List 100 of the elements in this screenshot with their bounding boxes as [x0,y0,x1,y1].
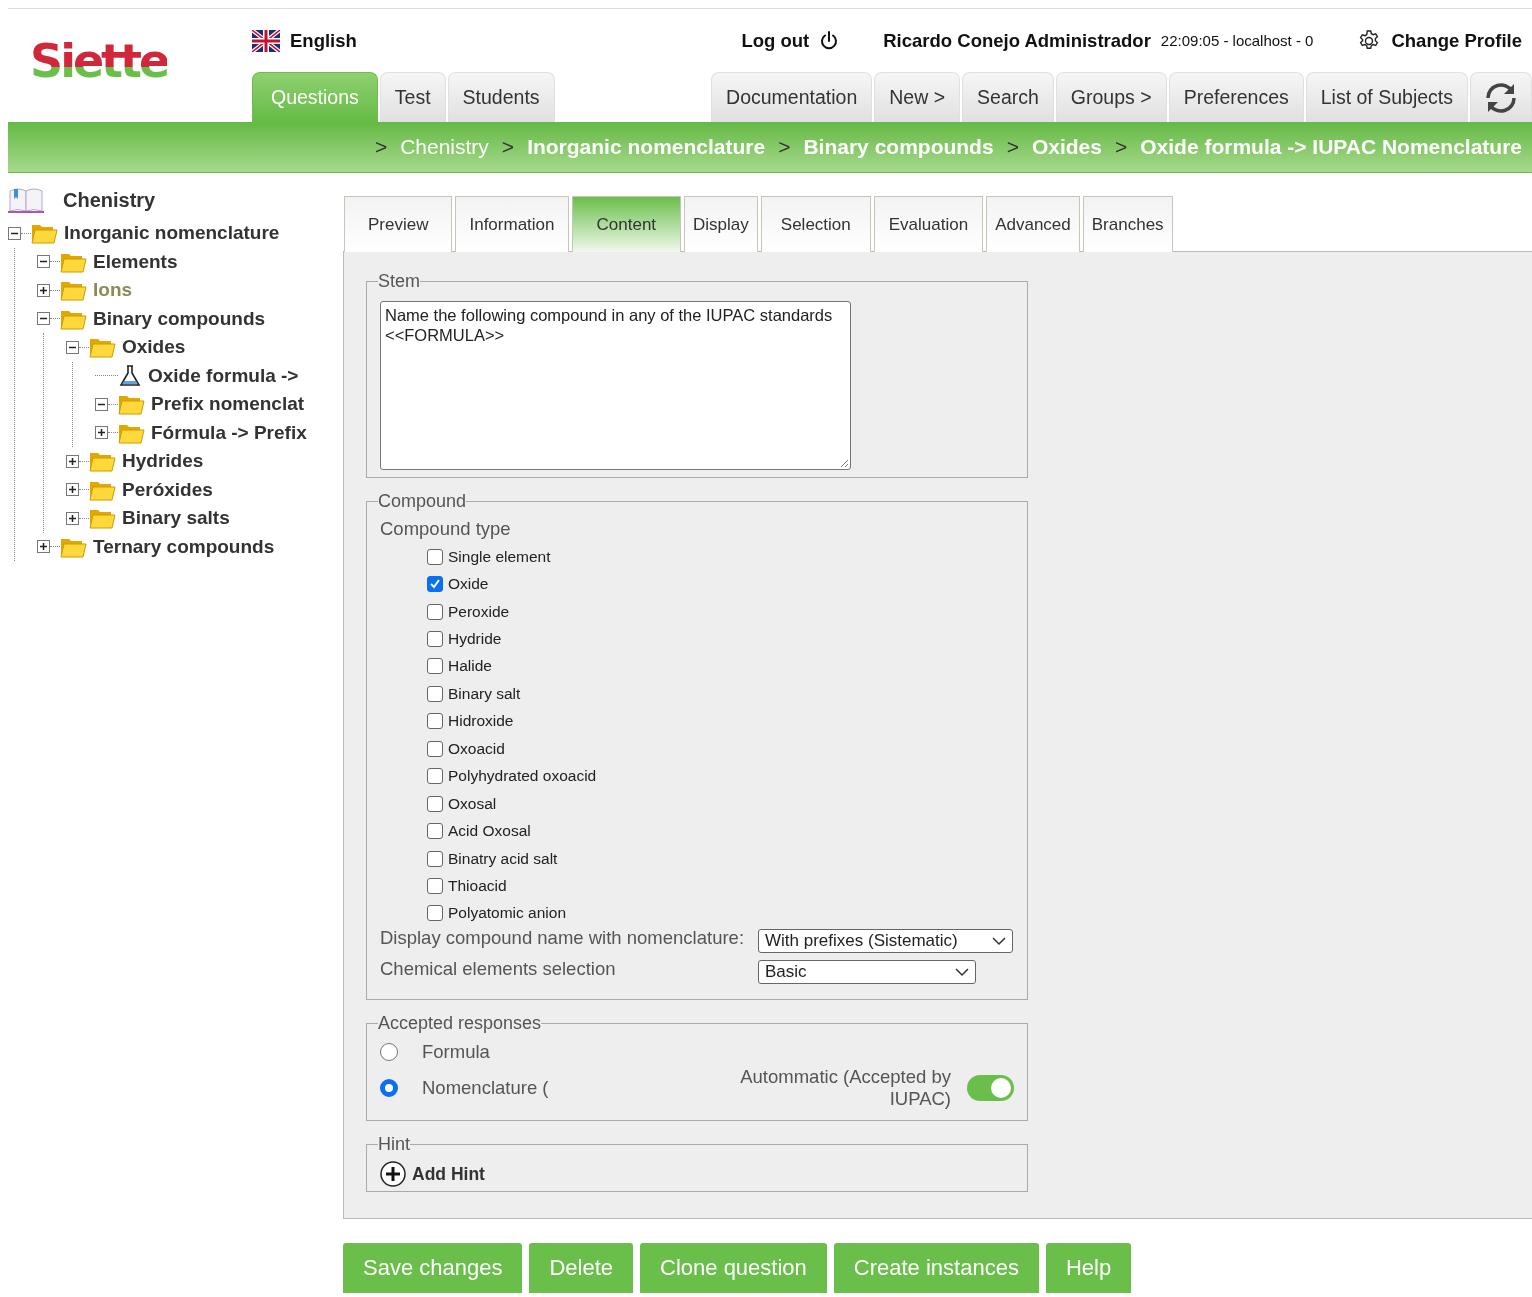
section-legend: Stem [378,271,420,292]
field-label: Display compound name with nomenclature: [380,927,746,950]
flask-icon [118,363,142,388]
dropdown[interactable]: With prefixes (Sistematic) [758,929,1013,954]
menu-tab[interactable]: Preferences [1168,72,1304,122]
user-name: Ricardo Conejo Administrador [883,29,1151,52]
field-label: Chemical elements selection [380,958,617,981]
book-icon [8,187,44,213]
collapse-icon[interactable] [95,397,108,411]
logout-link[interactable]: Log out [741,29,810,52]
breadcrumb-separator: > [374,135,388,159]
checkbox[interactable] [427,548,443,565]
tree-item[interactable]: Fórmula -> Prefix [151,421,307,444]
checkbox-label: Single element [448,547,551,566]
editor-tab[interactable]: Information [455,196,569,252]
folder-icon [60,279,87,302]
checkbox-label: Hidroxide [448,712,514,731]
checkbox[interactable] [427,850,443,867]
chevron-down-icon [992,936,1006,946]
checkbox[interactable] [427,685,443,702]
editor-tab[interactable]: Content [571,196,682,252]
refresh-tab[interactable] [1470,72,1532,122]
language-link[interactable]: English [290,29,357,52]
collapse-icon[interactable] [37,312,50,326]
expand-icon[interactable] [95,426,108,440]
folder-icon [89,450,116,473]
add-hint-button[interactable]: Add Hint [380,1161,485,1187]
checkbox[interactable] [427,740,443,757]
radio-button[interactable] [380,1043,398,1061]
checkbox[interactable] [427,877,443,894]
tree-item[interactable]: Elements [93,250,178,273]
tree-item[interactable]: Hydrides [122,450,204,473]
menu-tab[interactable]: Documentation [711,72,873,122]
section-legend: Hint [378,1134,410,1155]
collapse-icon[interactable] [66,340,79,354]
checkbox-label: Oxosal [448,794,497,813]
tree-item[interactable]: Binary salts [122,507,230,530]
menu-tab[interactable]: Groups > [1055,72,1167,122]
radio-label: Formula [422,1041,490,1063]
editor-tab[interactable]: Preview [344,196,453,252]
expand-icon[interactable] [37,540,50,554]
section-legend: Accepted responses [378,1013,542,1034]
tree-item[interactable]: Oxides [122,336,186,359]
editor-tab[interactable]: Display [684,196,758,252]
editor-tab[interactable]: Evaluation [873,196,984,252]
tree-item[interactable]: Binary compounds [93,307,266,330]
checkbox[interactable] [427,603,443,620]
field-label: Compound type [380,518,512,540]
tree-item[interactable]: Oxide formula -> [148,364,299,387]
checkbox-label: Hydride [448,630,502,649]
tree-item[interactable]: Inorganic nomenclature [64,222,280,245]
checkbox[interactable] [427,768,443,785]
checkbox[interactable] [427,823,443,840]
tree-item[interactable]: Ternary compounds [93,535,275,558]
checkbox[interactable] [427,713,443,730]
expand-icon[interactable] [66,483,79,497]
section-legend: Compound [378,491,467,512]
tree-item[interactable]: Peróxides [122,478,213,501]
collapse-icon[interactable] [37,255,50,269]
change-profile-link[interactable]: Change Profile [1391,29,1522,52]
editor-tab[interactable]: Advanced [986,196,1080,252]
menu-tab[interactable]: Search [962,72,1054,122]
expand-icon[interactable] [66,454,79,468]
editor-tab[interactable]: Selection [760,196,871,252]
flag-icon[interactable] [252,29,280,52]
tree-item[interactable]: Prefix nomenclat [151,393,305,416]
checkbox-label: Polyatomic anion [448,904,567,923]
folder-icon [118,393,145,416]
checkbox[interactable] [427,631,443,648]
checkbox-label: Halide [448,657,492,676]
checkbox-label: Oxoacid [448,739,505,758]
checkbox-label: Binatry acid salt [448,849,558,868]
checkbox-label: Oxide [448,575,489,594]
nav-tab[interactable]: Students [447,72,555,122]
folder-icon [89,507,116,530]
collapse-icon[interactable] [8,226,21,240]
power-icon[interactable] [819,30,840,51]
radio-button[interactable] [380,1079,398,1097]
checkbox[interactable] [427,576,443,593]
plus-circle-icon [380,1161,406,1187]
expand-icon[interactable] [66,511,79,525]
menu-tab[interactable]: List of Subjects [1305,72,1468,122]
editor-tab[interactable]: Branches [1082,196,1173,252]
dropdown[interactable]: Basic [758,960,976,985]
resize-grip-icon[interactable] [840,459,849,468]
menu-tab[interactable]: New > [874,72,961,122]
toggle-switch[interactable] [967,1075,1014,1101]
checkbox[interactable] [427,905,443,922]
stem-text-area[interactable]: Name the following compound in any of the IUPAC standards <<FORMULA>> [380,301,851,470]
checkbox-label: Thioacid [448,876,507,895]
breadcrumb-separator: > [501,135,515,159]
radio-label: Nomenclature ( [422,1077,549,1099]
checkbox[interactable] [427,795,443,812]
breadcrumb-separator: > [1114,135,1128,159]
tree-item[interactable]: Ions [93,279,133,302]
breadcrumb-separator: > [1006,135,1019,159]
nav-tab[interactable]: Test [379,72,446,122]
expand-icon[interactable] [37,283,50,297]
checkbox[interactable] [427,658,443,675]
tree-root-label[interactable]: Chenistry [63,188,156,212]
